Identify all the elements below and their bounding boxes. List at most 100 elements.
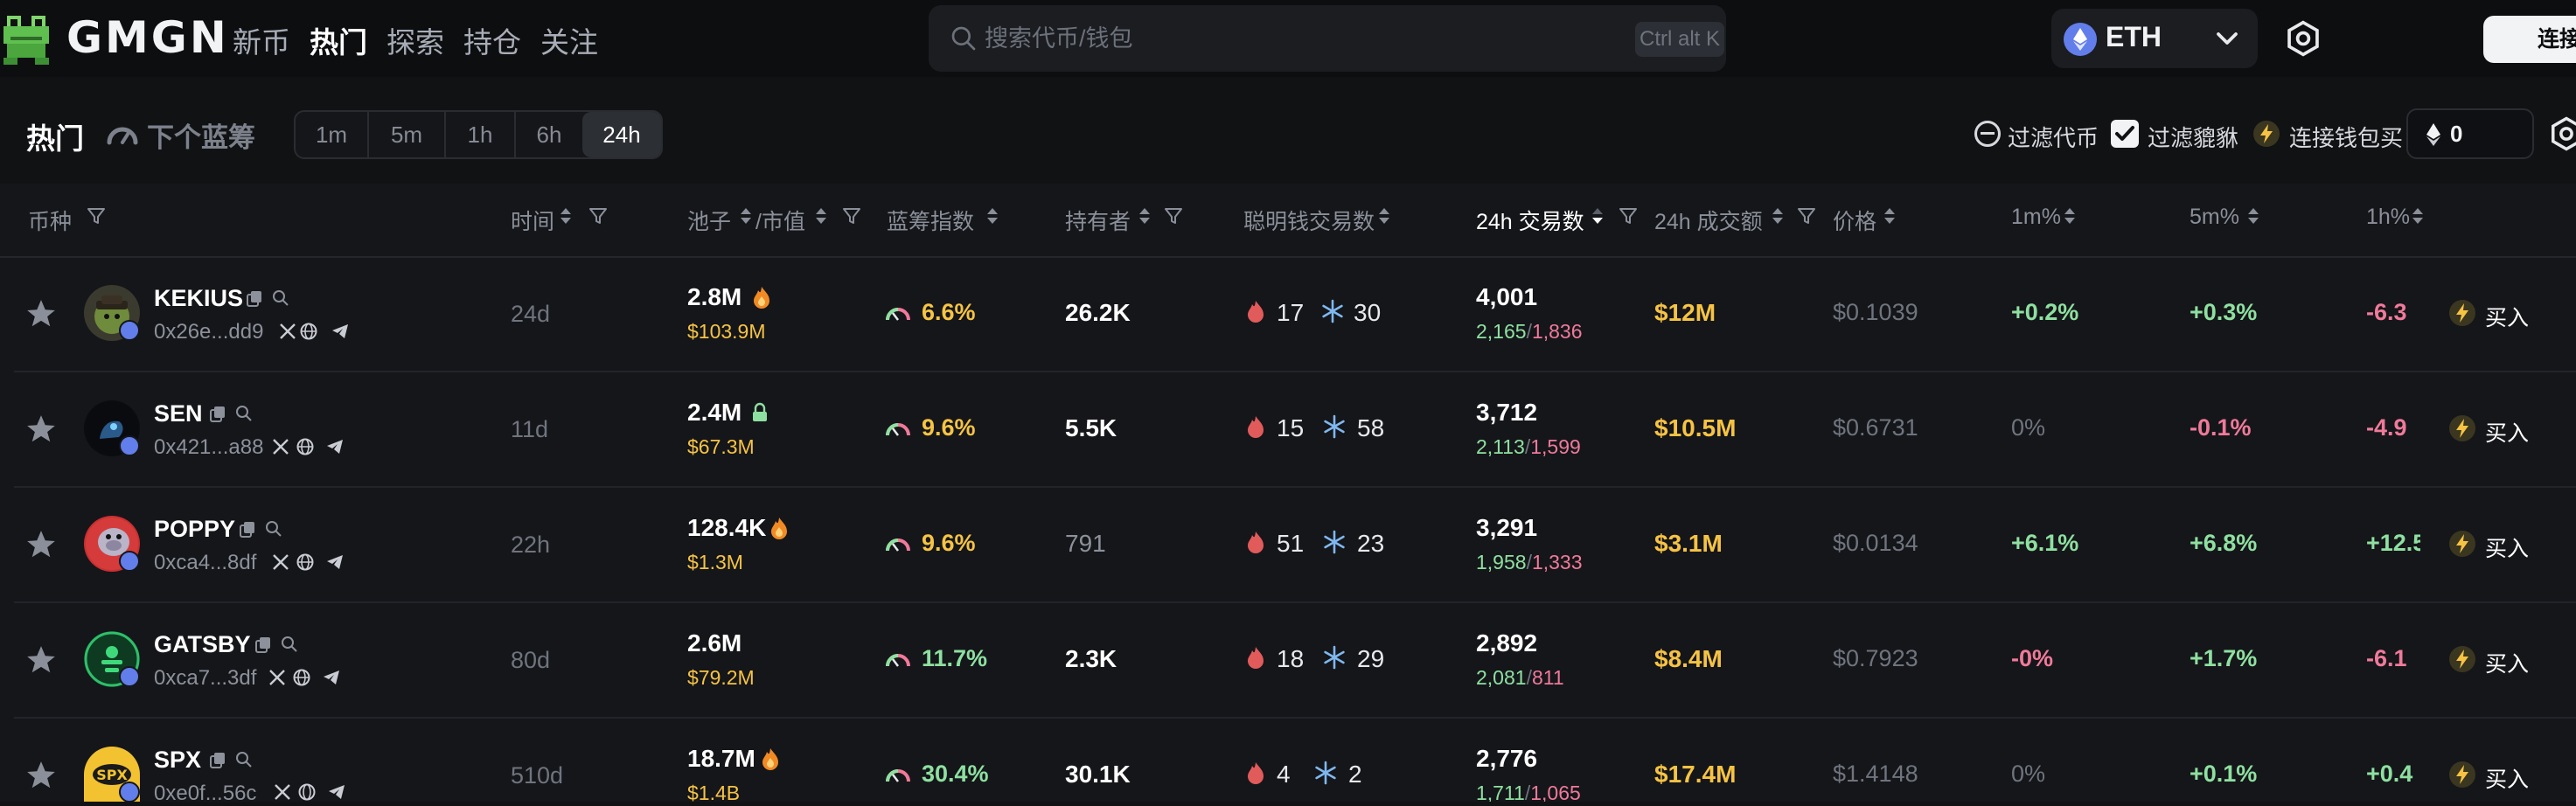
nav-link-explore[interactable]: 探索 <box>386 19 444 61</box>
nav-link-holdings[interactable]: 持仓 <box>463 19 521 61</box>
x-twitter-icon[interactable] <box>268 668 287 687</box>
sort-icon[interactable] <box>2064 206 2076 226</box>
gauge-icon[interactable] <box>105 121 140 147</box>
lightning-icon[interactable] <box>2448 299 2476 327</box>
token-address[interactable]: 0xca4...8df <box>154 551 256 575</box>
col-header-mcap[interactable]: /市值 <box>755 205 805 236</box>
nav-link-following[interactable]: 关注 <box>540 19 598 61</box>
sort-icon[interactable] <box>2412 206 2424 226</box>
search-icon[interactable] <box>234 750 254 769</box>
col-header-1m[interactable]: 1m% <box>2011 205 2061 230</box>
connect-buy-button[interactable]: 连接钱包买 <box>2289 121 2403 153</box>
filter-icon[interactable] <box>86 205 107 226</box>
buy-button[interactable]: 买入 <box>2485 532 2529 563</box>
telegram-icon[interactable] <box>327 782 346 802</box>
telegram-icon[interactable] <box>325 552 345 572</box>
filter-icon[interactable] <box>1618 205 1639 226</box>
x-twitter-icon[interactable] <box>273 782 292 802</box>
search-icon[interactable] <box>280 635 299 654</box>
lightning-icon[interactable] <box>2448 645 2476 673</box>
col-header-age[interactable]: 时间 <box>511 205 554 236</box>
search-icon[interactable] <box>234 404 254 423</box>
settings-icon[interactable] <box>2284 19 2322 58</box>
timeframe-1h[interactable]: 1h <box>444 112 514 157</box>
star-icon[interactable] <box>24 413 58 446</box>
lightning-icon[interactable] <box>2448 414 2476 442</box>
globe-icon[interactable] <box>297 782 317 802</box>
x-twitter-icon[interactable] <box>271 437 290 456</box>
buy-button[interactable]: 买入 <box>2485 762 2529 794</box>
frog-logo-icon[interactable] <box>0 9 59 68</box>
sort-icon[interactable] <box>1772 206 1784 226</box>
col-header-bluechip[interactable]: 蓝筹指数 <box>887 205 974 236</box>
col-header-txs[interactable]: 24h 交易数 <box>1476 205 1584 236</box>
buy-button[interactable]: 买入 <box>2485 416 2529 448</box>
sort-icon[interactable] <box>2247 206 2259 226</box>
token-symbol[interactable]: SPX <box>154 747 201 774</box>
sort-icon[interactable] <box>740 206 752 226</box>
lightning-icon[interactable] <box>2448 530 2476 558</box>
buy-button[interactable]: 买入 <box>2485 301 2529 332</box>
telegram-icon[interactable] <box>331 322 350 341</box>
star-icon[interactable] <box>24 297 58 330</box>
sort-icon[interactable] <box>560 206 572 226</box>
star-icon[interactable] <box>24 528 58 561</box>
timeframe-5m[interactable]: 5m <box>367 112 444 157</box>
globe-icon[interactable] <box>299 322 318 341</box>
buy-button[interactable]: 买入 <box>2485 647 2529 678</box>
filter-honeypot-label[interactable]: 过滤貔貅 <box>2148 121 2238 153</box>
nav-link-new[interactable]: 新币 <box>233 19 290 61</box>
timeframe-24h[interactable]: 24h <box>582 112 661 157</box>
col-header-holders[interactable]: 持有者 <box>1065 205 1131 236</box>
token-address[interactable]: 0xca7...3df <box>154 666 256 691</box>
token-address[interactable]: 0x26e...dd9 <box>154 320 263 344</box>
brand-name[interactable]: GMGN <box>66 12 229 63</box>
sort-icon[interactable] <box>1378 206 1390 226</box>
connect-wallet-button[interactable]: 连接 <box>2483 16 2576 63</box>
copy-icon[interactable] <box>254 635 273 654</box>
token-symbol[interactable]: SEN <box>154 400 203 427</box>
filter-icon[interactable] <box>588 205 609 226</box>
timeframe-1m[interactable]: 1m <box>296 112 367 157</box>
globe-icon[interactable] <box>296 437 315 456</box>
copy-icon[interactable] <box>208 750 227 769</box>
telegram-icon[interactable] <box>322 668 341 687</box>
copy-icon[interactable] <box>238 519 257 538</box>
timeframe-6h[interactable]: 6h <box>514 112 582 157</box>
token-address[interactable]: 0x421...a88 <box>154 435 263 460</box>
buy-amount-value[interactable]: 0 <box>2450 121 2462 148</box>
filter-honeypot-checkbox[interactable] <box>2111 120 2139 148</box>
x-twitter-icon[interactable] <box>271 552 290 572</box>
col-header-price[interactable]: 价格 <box>1833 205 1876 236</box>
sort-icon[interactable] <box>1883 206 1896 226</box>
filter-icon[interactable] <box>1163 205 1184 226</box>
filter-icon[interactable] <box>1796 205 1817 226</box>
telegram-icon[interactable] <box>325 437 345 456</box>
globe-icon[interactable] <box>296 552 315 572</box>
next-bluechip-tab[interactable]: 下个蓝筹 <box>147 115 255 155</box>
nav-link-trending[interactable]: 热门 <box>310 19 367 61</box>
token-address[interactable]: 0xe0f...56c <box>154 782 256 806</box>
star-icon[interactable] <box>24 759 58 792</box>
col-header-volume[interactable]: 24h 成交额 <box>1654 205 1763 236</box>
search-icon[interactable] <box>264 519 283 538</box>
col-header-5m[interactable]: 5m% <box>2190 205 2239 230</box>
globe-icon[interactable] <box>292 668 311 687</box>
star-icon[interactable] <box>24 643 58 677</box>
search-icon[interactable] <box>271 288 290 308</box>
token-symbol[interactable]: GATSBY <box>154 631 251 658</box>
x-twitter-icon[interactable] <box>278 322 297 341</box>
sort-desc-icon[interactable] <box>1591 206 1604 226</box>
chevron-down-icon[interactable] <box>2214 28 2240 49</box>
search-input[interactable] <box>985 16 1597 61</box>
settings-icon[interactable] <box>2548 115 2576 152</box>
filter-coins-label[interactable]: 过滤代币 <box>2008 121 2099 153</box>
sort-icon[interactable] <box>986 206 999 226</box>
col-header-smart-money[interactable]: 聪明钱交易数 <box>1243 205 1375 236</box>
lightning-icon[interactable] <box>2448 761 2476 789</box>
token-symbol[interactable]: POPPY <box>154 516 235 543</box>
col-header-pool[interactable]: 池子 <box>687 205 731 236</box>
col-header-1h[interactable]: 1h% <box>2366 205 2410 230</box>
token-symbol[interactable]: KEKIUS <box>154 285 243 312</box>
sort-icon[interactable] <box>1138 206 1151 226</box>
